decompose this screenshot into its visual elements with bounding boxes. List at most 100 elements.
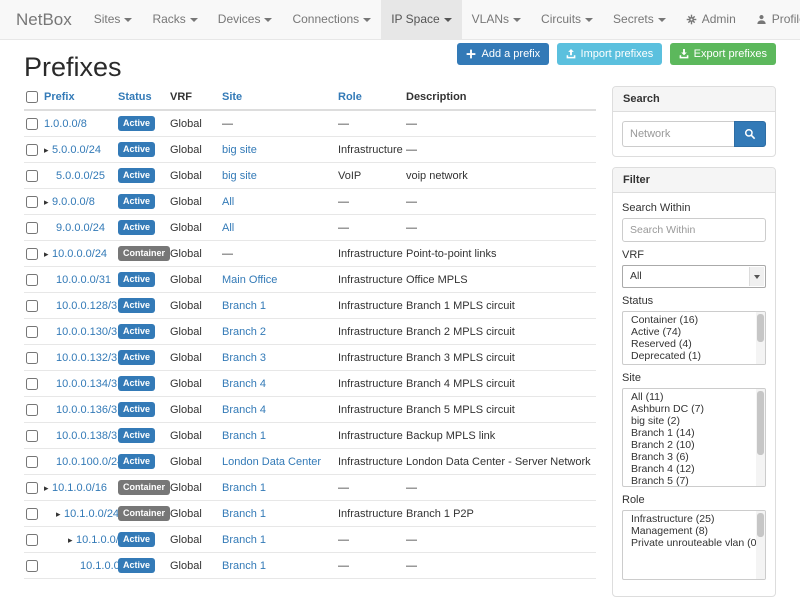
site-link[interactable]: Branch 1 (222, 560, 266, 572)
prefix-link[interactable]: 10.0.100.0/24 (56, 456, 118, 468)
row-checkbox[interactable] (26, 196, 38, 208)
prefix-link[interactable]: 5.0.0.0/24 (52, 144, 101, 156)
prefix-link[interactable]: 9.0.0.0/8 (52, 196, 95, 208)
nav-item-circuits[interactable]: Circuits (531, 0, 603, 39)
status-option[interactable]: Container (16) (623, 314, 765, 326)
row-checkbox[interactable] (26, 300, 38, 312)
site-option[interactable]: Branch 3 (6) (623, 451, 765, 463)
site-link[interactable]: Branch 1 (222, 300, 266, 312)
status-option[interactable]: Reserved (4) (623, 338, 765, 350)
site-link[interactable]: All (222, 196, 234, 208)
prefix-link[interactable]: 1.0.0.0/8 (44, 118, 87, 130)
brand-logo[interactable]: NetBox (10, 0, 84, 39)
nav-item-devices[interactable]: Devices (208, 0, 283, 39)
role-scrollbar[interactable] (756, 511, 765, 579)
add-prefix-button[interactable]: Add a prefix (457, 43, 549, 65)
site-option[interactable]: Ashburn DC (7) (623, 403, 765, 415)
row-checkbox[interactable] (26, 560, 38, 572)
site-scrollbar[interactable] (756, 389, 765, 486)
site-link[interactable]: Branch 4 (222, 378, 266, 390)
row-checkbox[interactable] (26, 534, 38, 546)
row-checkbox[interactable] (26, 326, 38, 338)
row-checkbox[interactable] (26, 222, 38, 234)
prefix-link[interactable]: 5.0.0.0/25 (56, 170, 105, 182)
site-option[interactable]: Branch 2 (10) (623, 439, 765, 451)
row-checkbox[interactable] (26, 274, 38, 286)
site-link[interactable]: Branch 1 (222, 482, 266, 494)
column-header-status[interactable]: Status (118, 86, 170, 110)
site-listbox[interactable]: All (11)Ashburn DC (7)big site (2)Branch… (622, 388, 766, 487)
prefix-link[interactable]: 10.0.0.138/31 (56, 430, 118, 442)
prefix-link[interactable]: 10.0.0.0/24 (52, 248, 107, 260)
site-link[interactable]: Branch 2 (222, 326, 266, 338)
search-within-input[interactable] (622, 218, 766, 242)
nav-item-ip-space[interactable]: IP Space (381, 0, 461, 39)
row-checkbox[interactable] (26, 404, 38, 416)
prefix-link[interactable]: 10.0.0.136/31 (56, 404, 118, 416)
nav-item-connections[interactable]: Connections (282, 0, 381, 39)
site-option[interactable]: Branch 4 (12) (623, 463, 765, 475)
site-link[interactable]: Main Office (222, 274, 277, 286)
row-checkbox[interactable] (26, 430, 38, 442)
profile-link[interactable]: Profile (746, 0, 800, 39)
prefix-link[interactable]: 10.0.0.134/31 (56, 378, 118, 390)
row-checkbox[interactable] (26, 170, 38, 182)
prefix-link[interactable]: 10.1.0.0/25 (76, 534, 118, 546)
nav-item-vlans[interactable]: VLANs (462, 0, 531, 39)
row-checkbox[interactable] (26, 144, 38, 156)
status-scrollbar[interactable] (756, 312, 765, 364)
row-checkbox[interactable] (26, 378, 38, 390)
row-checkbox[interactable] (26, 482, 38, 494)
nav-item-racks[interactable]: Racks (142, 0, 207, 39)
prefix-link[interactable]: 10.1.0.0/24 (64, 508, 118, 520)
import-prefixes-button[interactable]: Import prefixes (557, 43, 663, 65)
status-option[interactable]: Active (74) (623, 326, 765, 338)
prefix-link[interactable]: 10.1.0.0/26 (80, 560, 118, 572)
site-option[interactable]: Branch 5 (7) (623, 475, 765, 487)
site-option[interactable]: big site (2) (623, 415, 765, 427)
site-link[interactable]: Branch 4 (222, 404, 266, 416)
column-header-prefix[interactable]: Prefix (44, 86, 118, 110)
export-prefixes-button[interactable]: Export prefixes (670, 43, 776, 65)
expand-arrow-icon[interactable]: ▸ (44, 144, 52, 156)
site-option[interactable]: All (11) (623, 391, 765, 403)
prefix-link[interactable]: 9.0.0.0/24 (56, 222, 105, 234)
status-option[interactable]: Deprecated (1) (623, 350, 765, 362)
admin-link[interactable]: Admin (676, 0, 746, 39)
status-listbox[interactable]: Container (16)Active (74)Reserved (4)Dep… (622, 311, 766, 365)
site-link[interactable]: Branch 1 (222, 508, 266, 520)
expand-arrow-icon[interactable]: ▸ (44, 196, 52, 208)
vrf-select[interactable]: All (622, 265, 766, 288)
expand-arrow-icon[interactable]: ▸ (56, 508, 64, 520)
select-all-checkbox[interactable] (26, 91, 38, 103)
site-link[interactable]: All (222, 222, 234, 234)
expand-arrow-icon[interactable]: ▸ (44, 482, 52, 494)
row-checkbox[interactable] (26, 456, 38, 468)
row-checkbox[interactable] (26, 352, 38, 364)
prefix-link[interactable]: 10.0.0.130/31 (56, 326, 118, 338)
prefix-link[interactable]: 10.0.0.132/31 (56, 352, 118, 364)
site-link[interactable]: Branch 1 (222, 534, 266, 546)
column-header-site[interactable]: Site (222, 86, 338, 110)
expand-arrow-icon[interactable]: ▸ (68, 534, 76, 546)
row-checkbox[interactable] (26, 118, 38, 130)
role-option[interactable]: Management (8) (623, 525, 765, 537)
prefix-link[interactable]: 10.0.0.0/31 (56, 274, 111, 286)
prefix-link[interactable]: 10.1.0.0/16 (52, 482, 107, 494)
prefix-link[interactable]: 10.0.0.128/31 (56, 300, 118, 312)
site-option[interactable]: Branch 1 (14) (623, 427, 765, 439)
row-checkbox[interactable] (26, 508, 38, 520)
nav-item-secrets[interactable]: Secrets (603, 0, 676, 39)
site-link[interactable]: London Data Center (222, 456, 321, 468)
role-option[interactable]: Infrastructure (25) (623, 513, 765, 525)
row-checkbox[interactable] (26, 248, 38, 260)
role-option[interactable]: Private unrouteable vlan (0) (623, 537, 765, 549)
search-input[interactable] (622, 121, 734, 147)
site-link[interactable]: Branch 1 (222, 430, 266, 442)
search-button[interactable] (734, 121, 766, 147)
expand-arrow-icon[interactable]: ▸ (44, 248, 52, 260)
site-link[interactable]: big site (222, 144, 257, 156)
role-listbox[interactable]: Infrastructure (25)Management (8)Private… (622, 510, 766, 580)
site-link[interactable]: Branch 3 (222, 352, 266, 364)
nav-item-sites[interactable]: Sites (84, 0, 143, 39)
